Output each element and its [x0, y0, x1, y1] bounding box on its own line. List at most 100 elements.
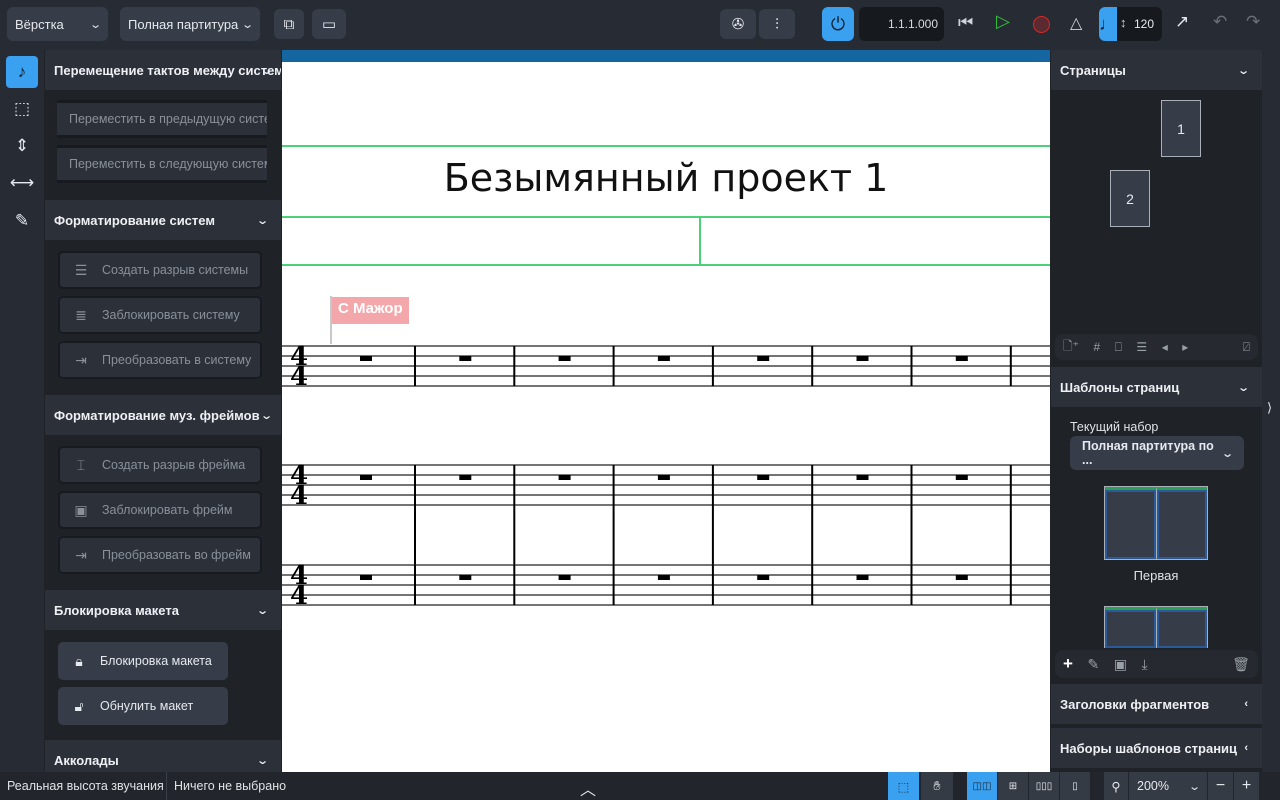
section-title: Заголовки фрагментов — [1060, 696, 1210, 712]
convert-to-system-button[interactable]: ⇥ Преобразовать в систему — [58, 341, 262, 379]
page-grid-view-icon[interactable]: ⊞ — [998, 772, 1028, 800]
tempo-arrow-icon: ↕ — [1120, 15, 1127, 30]
whole-rest — [360, 475, 372, 480]
position-readout[interactable]: 1.1.1.000 — [859, 7, 944, 41]
redo-icon[interactable]: ↷ — [1246, 12, 1260, 32]
remove-override-icon[interactable]: ⍁ — [1243, 340, 1250, 355]
time-signature-denominator: 4 — [290, 362, 308, 392]
chevron-down-icon: ⌄ — [259, 409, 273, 422]
button-label: Переместить в следующую систему — [69, 157, 267, 171]
page-template-second[interactable] — [1104, 606, 1208, 648]
next-icon[interactable]: ▸ — [1182, 340, 1188, 354]
video-icon[interactable]: ✇ — [720, 9, 756, 39]
chevron-up-icon[interactable]: ︿ — [580, 776, 596, 800]
chevron-down-icon: ⌄ — [88, 18, 102, 31]
layout-dropdown[interactable]: Полная партитура ⌄ — [120, 7, 260, 41]
selection-tool-icon[interactable]: ⬚ — [888, 772, 919, 800]
play-icon[interactable]: ▷ — [996, 11, 1010, 32]
section-frame-formatting[interactable]: Форматирование муз. фреймов ⌄ — [45, 395, 281, 435]
section-braces[interactable]: Акколады ⌄ — [45, 740, 281, 772]
note-input-icon[interactable]: ♪ — [6, 56, 38, 88]
undo-icon[interactable]: ↶ — [1213, 12, 1227, 32]
pen-icon[interactable]: ✎ — [6, 205, 38, 237]
spread-view-icon[interactable]: ◫◫ — [967, 772, 997, 800]
edit-icon[interactable]: ✎ — [1087, 656, 1099, 673]
left-right-icon[interactable]: ⎕ — [1115, 340, 1122, 355]
import-icon[interactable]: ⤓ — [1141, 656, 1147, 673]
chevron-down-icon: ⌄ — [255, 754, 269, 767]
whole-rest — [360, 356, 372, 361]
power-icon[interactable]: ⏻ — [822, 7, 854, 41]
section-layout-lock[interactable]: Блокировка макета ⌄ — [45, 590, 281, 630]
page-template-sets-header[interactable]: Наборы шаблонов страниц ‹ — [1051, 728, 1262, 768]
score-view[interactable]: Безымянный проект 1 С Мажор 444444 — [282, 50, 1050, 772]
toolbar: Вёрстка ⌄ Полная партитура ⌄ ⧉ ▭ ✇ ⫶ ⏻ 1.1… — [0, 0, 1280, 50]
page-thumbnail-1[interactable]: 1 — [1161, 100, 1201, 157]
align-icon[interactable]: ☰ — [1136, 340, 1147, 354]
vertical-spacing-icon[interactable]: ⇕ — [6, 130, 38, 162]
previous-icon[interactable]: ◂ — [1162, 340, 1168, 354]
section-title: Перемещение тактов между системами — [54, 62, 281, 78]
reset-layout-button[interactable]: 🔓︎ Обнулить макет — [58, 687, 228, 725]
horizontal-view-icon[interactable]: ▯▯▯ — [1029, 772, 1059, 800]
record-icon[interactable] — [1033, 16, 1050, 33]
section-system-formatting[interactable]: Форматирование систем ⌄ — [45, 200, 281, 240]
zoom-dropdown[interactable]: 200% ⌄ — [1129, 772, 1207, 800]
rename-icon[interactable]: ▣ — [1114, 656, 1127, 673]
lock-system-icon: ≣ — [75, 306, 87, 323]
create-system-break-button[interactable]: ☰ Создать разрыв системы — [58, 251, 262, 289]
pages-header[interactable]: Страницы ⌄ — [1051, 50, 1262, 90]
whole-rest — [657, 475, 670, 480]
page-templates-toolbar: + ✎ ▣ ⤓ 🗑︎ — [1055, 650, 1258, 678]
horizontal-spacing-icon[interactable]: ⟷ — [6, 167, 38, 199]
chevron-down-icon: ⌄ — [1236, 64, 1250, 77]
pages-toolbar: 🗋⁺ # ⎕ ☰ ◂ ▸ ⍁ — [1055, 334, 1258, 360]
metronome-icon[interactable]: △ — [1070, 13, 1082, 33]
page-number: 1 — [1177, 120, 1185, 137]
vertical-view-icon[interactable]: ▯ — [1060, 772, 1090, 800]
template-page-right — [1156, 487, 1207, 559]
current-set-dropdown[interactable]: Полная партитура по ... ⌄ — [1070, 436, 1244, 470]
whole-rest — [955, 575, 968, 580]
zoom-in-button[interactable]: + — [1234, 772, 1259, 800]
page-template-first[interactable] — [1104, 486, 1208, 560]
right-panel-toggle[interactable]: ⟩ — [1262, 50, 1280, 772]
add-icon[interactable]: + — [1063, 654, 1073, 674]
left-panel: Перемещение тактов между системами⌄ Пере… — [45, 50, 281, 772]
lock-system-button[interactable]: ≣ Заблокировать систему — [58, 296, 262, 334]
hand-tool-icon[interactable]: ✋︎ — [921, 772, 953, 800]
current-set-value: Полная партитура по ... — [1082, 439, 1214, 467]
section-move-bars[interactable]: Перемещение тактов между системами⌄ — [45, 50, 281, 90]
zoom-icon: ⚲ — [1104, 772, 1128, 800]
button-label: Преобразовать во фрейм — [102, 548, 251, 562]
add-page-icon[interactable]: 🗋⁺ — [1063, 337, 1079, 358]
layout-label: Полная партитура — [128, 16, 239, 32]
button-label: Переместить в предыдущую систему — [69, 112, 267, 126]
convert-to-frame-button[interactable]: ⇥ Преобразовать во фрейм — [58, 536, 262, 574]
zoom-out-button[interactable]: − — [1208, 772, 1233, 800]
new-tab-icon[interactable]: ⧉ — [274, 9, 304, 39]
trash-icon[interactable]: 🗑︎ — [1232, 656, 1250, 673]
tempo-control[interactable]: ♩ ↕ 120 — [1099, 7, 1162, 41]
hash-icon[interactable]: # — [1094, 340, 1101, 354]
mode-dropdown[interactable]: Вёрстка ⌄ — [7, 7, 108, 41]
staves: 444444 — [282, 342, 1050, 611]
move-to-next-system-button[interactable]: Переместить в следующую систему — [57, 145, 267, 183]
whole-rest — [757, 356, 770, 361]
window-icon[interactable]: ▭ — [312, 9, 346, 39]
page-thumbnail-2[interactable]: 2 — [1110, 170, 1150, 227]
layout-lock-button[interactable]: 🔒︎ Блокировка макета — [58, 642, 228, 680]
move-to-previous-system-button[interactable]: Переместить в предыдущую систему — [57, 100, 267, 138]
page-templates-header[interactable]: Шаблоны страниц ⌄ — [1051, 367, 1262, 407]
lock-frame-button[interactable]: ▣ Заблокировать фрейм — [58, 491, 262, 529]
create-frame-break-button[interactable]: ⌶ Создать разрыв фрейма — [58, 446, 262, 484]
selection-frame-icon[interactable]: ⬚ — [6, 93, 38, 125]
rewind-icon[interactable]: ⏮ — [958, 13, 973, 33]
whole-rest — [558, 575, 571, 580]
mixer-icon[interactable]: ⫶ — [759, 9, 795, 39]
template-name: Первая — [1133, 568, 1179, 583]
flow-headings-header[interactable]: Заголовки фрагментов ‹ — [1051, 684, 1262, 724]
pitch-mode[interactable]: Реальная высота звучания — [7, 779, 164, 793]
time-signature-denominator: 4 — [290, 581, 308, 611]
export-icon[interactable]: ↗ — [1175, 12, 1189, 32]
